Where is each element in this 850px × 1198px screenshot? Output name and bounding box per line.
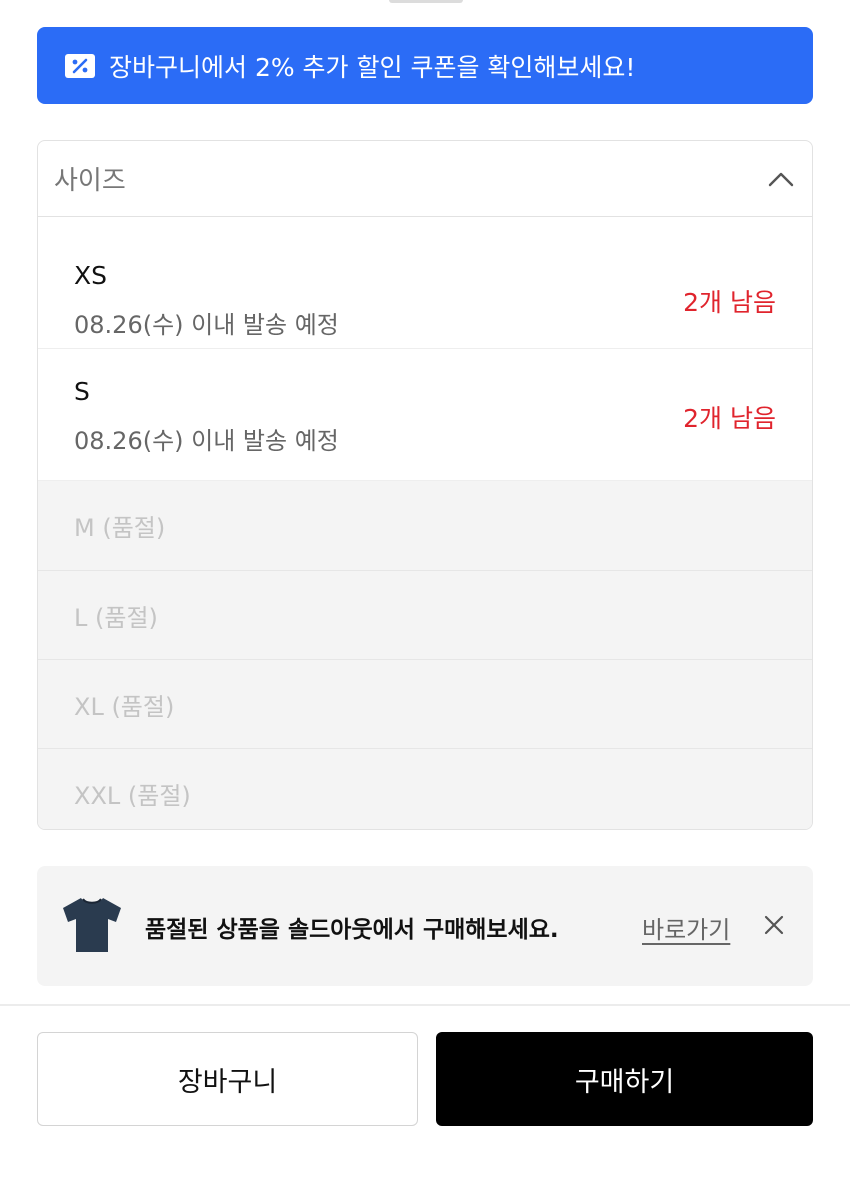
- stock-remaining: 2개 남음: [683, 288, 776, 317]
- tshirt-icon: [63, 898, 121, 952]
- chevron-up-icon: [768, 172, 794, 186]
- size-option-s[interactable]: S 08.26(수) 이내 발송 예정 2개 남음: [38, 349, 812, 481]
- shipping-estimate: 08.26(수) 이내 발송 예정: [74, 311, 339, 339]
- soldout-promo-text: 품절된 상품을 솔드아웃에서 구매해보세요.: [145, 917, 559, 943]
- coupon-icon: [65, 53, 95, 78]
- size-option-xs[interactable]: XS 08.26(수) 이내 발송 예정 2개 남음: [38, 217, 812, 349]
- sheet-grabber[interactable]: [389, 0, 463, 3]
- size-option-label: L (품절): [74, 603, 158, 632]
- soldout-promo-banner: 품절된 상품을 솔드아웃에서 구매해보세요. 바로가기: [37, 866, 813, 986]
- size-option-name: XS: [74, 261, 107, 290]
- size-option-xl-soldout: XL (품절): [38, 659, 812, 748]
- option-sheet: 장바구니에서 2% 추가 할인 쿠폰을 확인해보세요! 사이즈 XS 08.26…: [0, 0, 850, 1198]
- stock-remaining: 2개 남음: [683, 404, 776, 433]
- size-select-label: 사이즈: [54, 166, 126, 196]
- size-select-header[interactable]: 사이즈: [38, 141, 812, 217]
- shipping-estimate: 08.26(수) 이내 발송 예정: [74, 427, 339, 455]
- size-option-label: XXL (품절): [74, 781, 191, 810]
- buy-now-button[interactable]: 구매하기: [436, 1032, 813, 1126]
- size-select: 사이즈 XS 08.26(수) 이내 발송 예정 2개 남음 S 08.26(수…: [37, 140, 813, 830]
- size-option-xxl-soldout: XXL (품절): [38, 748, 812, 829]
- coupon-banner-text: 장바구니에서 2% 추가 할인 쿠폰을 확인해보세요!: [109, 52, 636, 82]
- size-option-l-soldout: L (품절): [38, 570, 812, 659]
- size-option-label: M (품절): [74, 514, 166, 542]
- size-option-m-soldout: M (품절): [38, 481, 812, 570]
- size-option-name: S: [74, 377, 90, 406]
- size-option-label: XL (품절): [74, 692, 175, 721]
- buy-now-label: 구매하기: [574, 1066, 675, 1098]
- action-divider: [0, 1004, 850, 1006]
- add-to-cart-button[interactable]: 장바구니: [37, 1032, 418, 1126]
- coupon-banner[interactable]: 장바구니에서 2% 추가 할인 쿠폰을 확인해보세요!: [37, 27, 813, 104]
- add-to-cart-label: 장바구니: [177, 1066, 278, 1098]
- close-icon[interactable]: [763, 914, 785, 936]
- go-to-soldout-link[interactable]: 바로가기: [642, 910, 730, 945]
